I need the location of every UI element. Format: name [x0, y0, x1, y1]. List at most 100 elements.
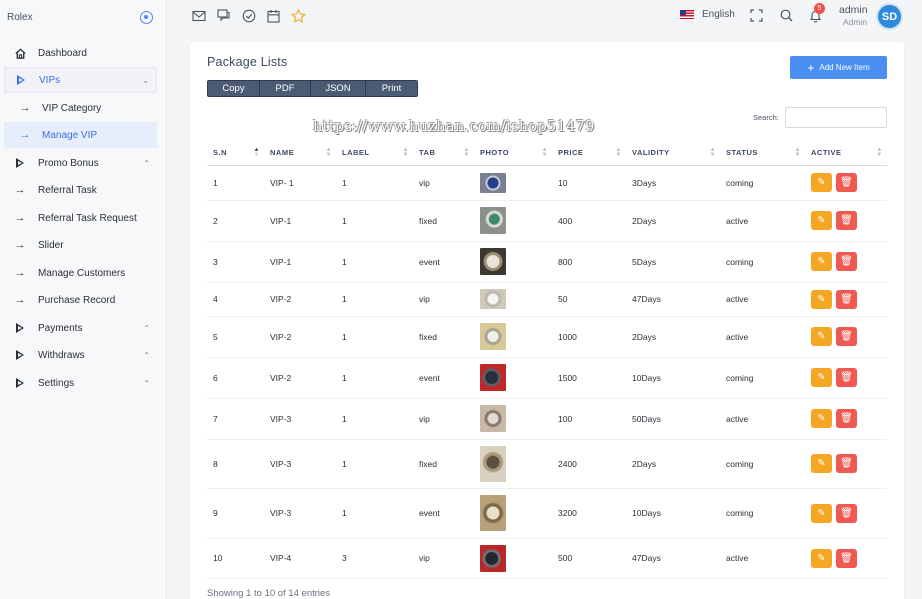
- cell-sn: 9: [207, 488, 264, 539]
- sidebar-item-payments[interactable]: Payments ⌃: [4, 315, 157, 341]
- cell-validity: 50Days: [626, 398, 720, 440]
- json-button[interactable]: JSON: [311, 81, 366, 96]
- delete-button[interactable]: 🗑: [836, 252, 857, 271]
- us-flag-icon: [680, 10, 694, 19]
- cell-price: 3200: [552, 488, 626, 539]
- trash-icon: 🗑: [840, 458, 853, 469]
- column-header-sn[interactable]: S.N ▲ ▼: [207, 141, 264, 166]
- edit-button[interactable]: ✎: [811, 454, 832, 473]
- edit-button[interactable]: ✎: [811, 252, 832, 271]
- mail-icon[interactable]: [191, 8, 206, 23]
- pencil-icon: ✎: [817, 413, 826, 424]
- cell-price: 400: [552, 200, 626, 242]
- sidebar-item-dashboard[interactable]: Dashboard: [4, 40, 157, 66]
- edit-button[interactable]: ✎: [811, 327, 832, 346]
- calendar-icon[interactable]: [266, 8, 281, 23]
- pencil-icon: ✎: [817, 331, 826, 342]
- column-header-active[interactable]: ACTIVE ▲ ▼: [805, 141, 887, 166]
- user-name[interactable]: admin: [839, 4, 868, 16]
- trash-icon: 🗑: [840, 507, 853, 519]
- pencil-icon: ✎: [817, 256, 826, 267]
- column-header-tab[interactable]: TAB ▲ ▼: [413, 141, 474, 166]
- edit-button[interactable]: ✎: [811, 173, 832, 192]
- chat-icon[interactable]: [216, 8, 231, 23]
- sidebar-item-label: Promo Bonus: [38, 157, 99, 169]
- delete-button[interactable]: 🗑: [836, 289, 857, 309]
- cell-validity: 2Days: [626, 200, 720, 242]
- cell-name: VIP-2: [264, 316, 336, 358]
- avatar[interactable]: SD: [876, 3, 903, 30]
- cell-price: 2400: [552, 439, 626, 489]
- pdf-button[interactable]: PDF: [260, 81, 311, 96]
- sidebar-item-referral-task-request[interactable]: → Referral Task Request: [4, 205, 157, 231]
- column-header-label[interactable]: LABEL ▲ ▼: [336, 141, 413, 166]
- column-header-name[interactable]: NAME ▲ ▼: [264, 141, 336, 166]
- column-header-status[interactable]: STATUS ▲ ▼: [720, 141, 805, 166]
- edit-button[interactable]: ✎: [811, 503, 832, 523]
- column-header-validity[interactable]: VALIDITY ▲ ▼: [626, 141, 720, 166]
- watch-photo: [480, 445, 506, 482]
- trash-icon: 🗑: [840, 372, 853, 383]
- delete-button[interactable]: 🗑: [836, 409, 857, 428]
- sidebar-item-vip-category[interactable]: → VIP Category: [4, 95, 157, 121]
- delete-button[interactable]: 🗑: [836, 503, 857, 523]
- sidebar-item-referral-task[interactable]: → Referral Task: [4, 177, 157, 203]
- cell-tab: vip: [413, 398, 474, 440]
- package-table: S.N ▲ ▼ NAME ▲ ▼ LABEL ▲ ▼ TAB ▲ ▼ PHOTO ▲ ▼ PRICE…: [207, 141, 887, 579]
- cell-name: VIP-1: [264, 200, 336, 242]
- edit-button[interactable]: ✎: [811, 548, 832, 568]
- cell-tab: fixed: [413, 316, 474, 358]
- delete-button[interactable]: 🗑: [836, 368, 857, 387]
- cell-validity: 5Days: [626, 241, 720, 283]
- copy-button[interactable]: Copy: [208, 81, 260, 96]
- watch-photo: [480, 544, 506, 572]
- sidebar-item-slider[interactable]: → Slider: [4, 232, 157, 258]
- fullscreen-icon[interactable]: [749, 8, 764, 23]
- sidebar-item-settings[interactable]: Settings ⌃: [4, 370, 157, 396]
- cell-validity: 2Days: [626, 316, 720, 358]
- pagination-info: Showing 1 to 10 of 14 entries: [207, 588, 331, 599]
- trash-icon: 🗑: [840, 413, 853, 424]
- search-icon[interactable]: [779, 8, 794, 23]
- delete-button[interactable]: 🗑: [836, 327, 857, 346]
- delete-button[interactable]: 🗑: [836, 548, 857, 568]
- sidebar-item-label: Referral Task Request: [38, 212, 137, 224]
- edit-button[interactable]: ✎: [811, 368, 832, 387]
- sort-icon: ▲ ▼: [615, 147, 622, 158]
- arrow-right-icon: →: [14, 267, 26, 279]
- edit-button[interactable]: ✎: [811, 289, 832, 309]
- sidebar-item-promo-bonus[interactable]: Promo Bonus ⌃: [4, 150, 157, 176]
- sort-icon: ▲ ▼: [541, 147, 548, 158]
- sidebar-item-manage-vip[interactable]: → Manage VIP: [4, 122, 157, 148]
- check-circle-icon[interactable]: [241, 8, 256, 23]
- sidebar-item-vips[interactable]: VIPs ⌄: [4, 67, 157, 93]
- cell-name: VIP-3: [264, 439, 336, 489]
- home-icon: [13, 46, 27, 60]
- cell-tab: fixed: [413, 439, 474, 489]
- cell-label: 1: [336, 282, 413, 317]
- watch-photo: [480, 495, 506, 531]
- sidebar-toggle-icon[interactable]: [140, 11, 153, 24]
- cell-status: active: [720, 398, 805, 440]
- delete-button[interactable]: 🗑: [836, 211, 857, 230]
- language-selector[interactable]: English: [680, 9, 735, 20]
- package-list-card: Package Lists + Add New Item Copy PDF JS…: [190, 42, 904, 599]
- caret-right-icon: [13, 348, 27, 362]
- cell-status: coming: [720, 439, 805, 489]
- sidebar-item-manage-customers[interactable]: → Manage Customers: [4, 260, 157, 286]
- search-input[interactable]: [785, 107, 887, 128]
- delete-button[interactable]: 🗑: [836, 173, 857, 192]
- delete-button[interactable]: 🗑: [836, 454, 857, 473]
- edit-button[interactable]: ✎: [811, 409, 832, 428]
- edit-button[interactable]: ✎: [811, 211, 832, 230]
- add-new-item-button[interactable]: + Add New Item: [790, 56, 887, 79]
- trash-icon: 🗑: [840, 256, 853, 267]
- print-button[interactable]: Print: [366, 81, 417, 96]
- cell-name: VIP-3: [264, 488, 336, 539]
- column-header-photo[interactable]: PHOTO ▲ ▼: [474, 141, 552, 166]
- sidebar-item-purchase-record[interactable]: → Purchase Record: [4, 287, 157, 313]
- column-header-price[interactable]: PRICE ▲ ▼: [552, 141, 626, 166]
- star-icon[interactable]: [291, 8, 306, 23]
- sidebar-item-withdraws[interactable]: Withdraws ⌃: [4, 342, 157, 368]
- watermark-text: https://www.huzhan.com/ishop51479: [313, 119, 595, 135]
